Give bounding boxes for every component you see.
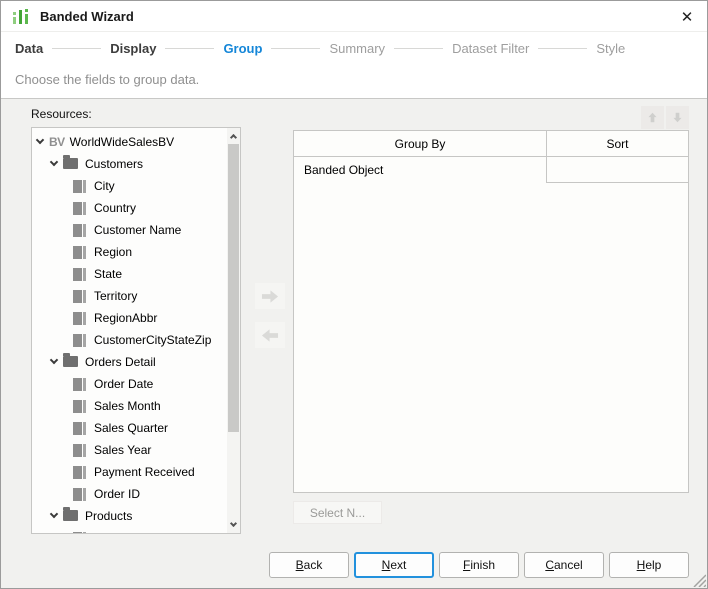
resources-label: Resources: — [31, 107, 92, 121]
field-icon — [73, 180, 87, 193]
back-button[interactable]: Back — [269, 552, 349, 578]
app-chart-bars-icon — [13, 8, 31, 25]
arrow-right-icon — [261, 289, 279, 304]
banded-wizard-dialog: Banded Wizard ✕ Data Display Group Summa… — [0, 0, 708, 589]
move-up-button[interactable] — [641, 106, 664, 129]
step-data[interactable]: Data — [15, 41, 43, 56]
field-icon — [73, 290, 87, 303]
tree-item-partial[interactable] — [32, 527, 227, 533]
business-view-icon: BV — [49, 135, 65, 149]
dialog-buttons: Back Next Finish Cancel Help — [1, 552, 689, 578]
step-summary[interactable]: Summary — [329, 41, 385, 56]
subtitle-bar: Choose the fields to group data. — [1, 64, 707, 99]
tree-item-country[interactable]: Country — [32, 197, 227, 219]
tree-item-payment-received[interactable]: Payment Received — [32, 461, 227, 483]
resources-tree: BV WorldWideSalesBV Customers City Count… — [32, 128, 227, 533]
field-icon — [73, 400, 87, 413]
tree-item-sales-month[interactable]: Sales Month — [32, 395, 227, 417]
finish-button[interactable]: Finish — [439, 552, 519, 578]
step-dataset-filter[interactable]: Dataset Filter — [452, 41, 529, 56]
title-bar: Banded Wizard ✕ — [1, 1, 707, 32]
sort-cell[interactable] — [546, 157, 688, 183]
resources-tree-panel: BV WorldWideSalesBV Customers City Count… — [31, 127, 241, 534]
move-down-button[interactable] — [666, 106, 689, 129]
wizard-instruction: Choose the fields to group data. — [15, 72, 199, 87]
add-field-button[interactable] — [255, 283, 285, 309]
field-icon — [73, 268, 87, 281]
folder-icon — [63, 356, 78, 367]
tree-item-customer-name[interactable]: Customer Name — [32, 219, 227, 241]
step-connector — [271, 48, 320, 49]
close-icon[interactable]: ✕ — [675, 5, 699, 29]
tree-item-worldwidesalesbv[interactable]: BV WorldWideSalesBV — [32, 131, 227, 153]
tree-item-customers[interactable]: Customers — [32, 153, 227, 175]
group-by-table: Group By Sort Banded Object — [293, 130, 689, 493]
select-n-button[interactable]: Select N... — [293, 501, 382, 524]
tree-item-orders-detail[interactable]: Orders Detail — [32, 351, 227, 373]
tree-item-state[interactable]: State — [32, 263, 227, 285]
field-icon — [73, 202, 87, 215]
column-header-group-by: Group By — [294, 131, 546, 156]
group-by-cell[interactable]: Banded Object — [294, 157, 546, 183]
scroll-down-icon[interactable] — [227, 518, 240, 532]
arrow-up-icon — [647, 110, 658, 125]
step-connector — [52, 48, 101, 49]
tree-item-order-id[interactable]: Order ID — [32, 483, 227, 505]
arrow-down-icon — [672, 110, 683, 125]
field-icon — [73, 422, 87, 435]
field-icon — [73, 488, 87, 501]
column-header-sort: Sort — [546, 131, 688, 156]
tree-scrollbar[interactable] — [227, 128, 240, 533]
scroll-up-icon[interactable] — [227, 129, 240, 143]
tree-item-region[interactable]: Region — [32, 241, 227, 263]
step-display[interactable]: Display — [110, 41, 156, 56]
field-icon — [73, 224, 87, 237]
tree-item-sales-quarter[interactable]: Sales Quarter — [32, 417, 227, 439]
help-button[interactable]: Help — [609, 552, 689, 578]
tree-item-sales-year[interactable]: Sales Year — [32, 439, 227, 461]
tree-item-territory[interactable]: Territory — [32, 285, 227, 307]
table-row[interactable]: Banded Object — [294, 157, 688, 183]
field-icon — [73, 466, 87, 479]
field-icon — [73, 312, 87, 325]
field-icon — [73, 532, 87, 534]
tree-item-customercitystatezip[interactable]: CustomerCityStateZip — [32, 329, 227, 351]
chevron-down-icon[interactable] — [50, 510, 58, 518]
resize-grip[interactable] — [691, 572, 706, 587]
tree-item-city[interactable]: City — [32, 175, 227, 197]
cancel-button[interactable]: Cancel — [524, 552, 604, 578]
window-title: Banded Wizard — [40, 9, 134, 24]
wizard-steps: Data Display Group Summary Dataset Filte… — [1, 32, 707, 64]
field-icon — [73, 378, 87, 391]
scrollbar-thumb[interactable] — [228, 144, 239, 432]
step-connector — [538, 48, 587, 49]
step-connector — [165, 48, 214, 49]
folder-icon — [63, 158, 78, 169]
next-button[interactable]: Next — [354, 552, 434, 578]
chevron-down-icon[interactable] — [36, 136, 44, 144]
chevron-down-icon[interactable] — [50, 356, 58, 364]
main-area: Resources: BV WorldWideSalesBV Customers… — [1, 99, 707, 588]
group-table-header: Group By Sort — [294, 131, 688, 157]
tree-item-products[interactable]: Products — [32, 505, 227, 527]
step-style[interactable]: Style — [596, 41, 625, 56]
step-connector — [394, 48, 443, 49]
step-group[interactable]: Group — [223, 41, 262, 56]
chevron-down-icon[interactable] — [50, 158, 58, 166]
tree-item-regionabbr[interactable]: RegionAbbr — [32, 307, 227, 329]
field-icon — [73, 246, 87, 259]
field-icon — [73, 334, 87, 347]
remove-field-button[interactable] — [255, 322, 285, 348]
tree-item-order-date[interactable]: Order Date — [32, 373, 227, 395]
field-icon — [73, 444, 87, 457]
arrow-left-icon — [261, 328, 279, 343]
folder-icon — [63, 510, 78, 521]
